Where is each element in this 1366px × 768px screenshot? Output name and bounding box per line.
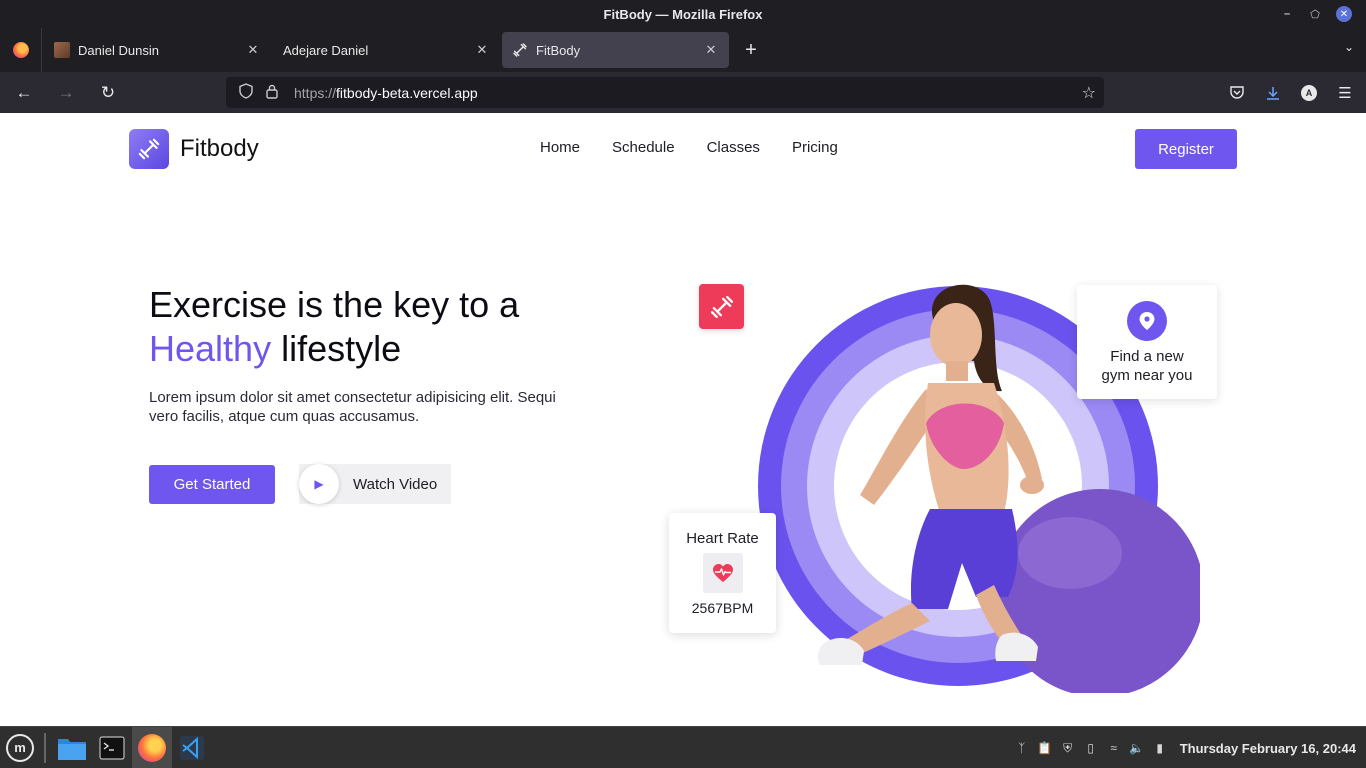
- usb-icon[interactable]: ▯: [1084, 741, 1098, 755]
- hamburger-menu-icon[interactable]: ☰: [1334, 82, 1356, 104]
- nav-home[interactable]: Home: [540, 139, 580, 156]
- gym-finder-text: Find a new gym near you: [1102, 347, 1193, 385]
- files-app-button[interactable]: [52, 727, 92, 768]
- chevron-down-icon[interactable]: ⌄: [1344, 40, 1354, 54]
- watch-video-button[interactable]: ▶ Watch Video: [299, 464, 451, 504]
- site-nav: Home Schedule Classes Pricing: [540, 139, 838, 156]
- gym-finder-card[interactable]: Find a new gym near you: [1077, 285, 1217, 399]
- tab-daniel-dunsin[interactable]: Daniel Dunsin ✕: [44, 32, 271, 68]
- hero-description: Lorem ipsum dolor sit amet consectetur a…: [149, 389, 556, 425]
- register-button[interactable]: Register: [1135, 129, 1237, 169]
- firefox-icon: [138, 733, 166, 762]
- web-page: Fitbody Home Schedule Classes Pricing Re…: [0, 113, 1366, 726]
- linux-mint-icon: m: [6, 733, 34, 762]
- bluetooth-icon[interactable]: ᛉ: [1015, 741, 1029, 755]
- dumbbell-icon: [129, 129, 169, 169]
- brand[interactable]: Fitbody: [129, 129, 259, 169]
- url-text: https://fitbody-beta.vercel.app: [294, 85, 478, 101]
- close-window-icon[interactable]: ✕: [1336, 6, 1352, 22]
- play-icon: ▶: [299, 464, 339, 504]
- new-tab-icon[interactable]: +: [733, 39, 769, 62]
- location-pin-icon: [1127, 301, 1167, 341]
- pocket-icon[interactable]: [1226, 82, 1248, 104]
- firefox-app-button[interactable]: [132, 726, 172, 768]
- account-icon[interactable]: A: [1298, 82, 1320, 104]
- reload-icon[interactable]: ↻: [90, 77, 126, 109]
- taskbar: m ᛉ 📋 ⛨ ▯ ≈ 🔈 ▮ Thursday February 16, 20…: [0, 726, 1366, 768]
- dumbbell-favicon-icon: [512, 42, 528, 58]
- vscode-icon: [180, 735, 204, 760]
- back-arrow-icon[interactable]: ←: [6, 77, 42, 109]
- hero-title-accent: Healthy: [149, 328, 272, 369]
- tab-label: Daniel Dunsin: [78, 42, 159, 58]
- window-titlebar: FitBody — Mozilla Firefox – ⬠ ✕: [0, 0, 1366, 28]
- window-controls: – ⬠ ✕: [1280, 6, 1352, 22]
- heart-pulse-icon: [702, 553, 743, 593]
- clock[interactable]: Thursday February 16, 20:44: [1180, 741, 1356, 756]
- url-host: fitbody-beta.vercel.app: [336, 84, 478, 101]
- tab-close-icon[interactable]: ✕: [245, 42, 261, 58]
- heart-rate-card: Heart Rate 2567BPM: [669, 513, 776, 633]
- forward-arrow-icon[interactable]: →: [48, 77, 84, 109]
- nav-schedule[interactable]: Schedule: [612, 139, 675, 156]
- toolbar-actions: A ☰: [1226, 72, 1356, 113]
- hero-title-part2: lifestyle: [281, 328, 402, 369]
- shield-update-icon[interactable]: ⛨: [1061, 741, 1075, 755]
- heart-rate-value: 2567BPM: [691, 600, 754, 616]
- battery-icon[interactable]: ▮: [1153, 741, 1167, 755]
- terminal-app-button[interactable]: [92, 727, 132, 768]
- tab-close-icon[interactable]: ✕: [703, 42, 719, 58]
- tab-adejare-daniel[interactable]: Adejare Daniel ✕: [273, 32, 500, 68]
- firefox-view-button[interactable]: [0, 28, 42, 72]
- shield-icon[interactable]: [236, 83, 256, 102]
- watch-video-label: Watch Video: [353, 475, 438, 493]
- firefox-icon: [12, 42, 29, 58]
- volume-icon[interactable]: 🔈: [1129, 741, 1144, 755]
- hero-title: Exercise is the key to a Healthy lifesty…: [149, 283, 589, 371]
- brand-name: Fitbody: [180, 135, 259, 162]
- folder-icon: [58, 738, 86, 760]
- url-scheme: https://: [294, 84, 337, 101]
- taskbar-separator: [44, 732, 46, 763]
- site-header: Fitbody Home Schedule Classes Pricing Re…: [0, 113, 1366, 185]
- tab-close-icon[interactable]: ✕: [474, 42, 490, 58]
- download-icon[interactable]: [1262, 82, 1284, 104]
- gym-finder-line1: Find a new: [1110, 348, 1184, 365]
- tab-fitbody[interactable]: FitBody ✕: [502, 32, 729, 68]
- address-bar[interactable]: https://fitbody-beta.vercel.app ☆: [226, 77, 1104, 108]
- vscode-app-button[interactable]: [172, 727, 212, 768]
- get-started-button[interactable]: Get Started: [149, 465, 275, 504]
- lock-icon[interactable]: [262, 84, 282, 102]
- terminal-icon: [99, 735, 125, 760]
- hero-visual: Find a new gym near you Heart Rate 2567B…: [660, 263, 1240, 703]
- system-tray: ᛉ 📋 ⛨ ▯ ≈ 🔈 ▮ Thursday February 16, 20:4…: [1015, 727, 1356, 768]
- nav-pricing[interactable]: Pricing: [792, 139, 838, 156]
- nav-toolbar: ← → ↻ https://fitbody-beta.vercel.app ☆ …: [0, 72, 1366, 113]
- tab-label: FitBody: [536, 42, 581, 58]
- minimize-icon[interactable]: –: [1280, 7, 1294, 21]
- dumbbell-badge-icon: [699, 284, 744, 329]
- heart-rate-title: Heart Rate: [686, 530, 759, 547]
- gym-finder-line2: gym near you: [1101, 367, 1193, 384]
- maximize-icon[interactable]: ⬠: [1308, 7, 1322, 21]
- window-title: FitBody — Mozilla Firefox: [603, 6, 763, 22]
- start-menu-button[interactable]: m: [0, 727, 40, 768]
- tab-strip: Daniel Dunsin ✕ Adejare Daniel ✕ FitBody…: [0, 28, 1366, 72]
- nav-classes[interactable]: Classes: [707, 139, 760, 156]
- hero-title-part1: Exercise is the key to a: [149, 284, 520, 325]
- bookmark-star-icon[interactable]: ☆: [1082, 83, 1096, 103]
- tab-label: Adejare Daniel: [283, 42, 369, 58]
- wifi-icon[interactable]: ≈: [1107, 741, 1121, 755]
- avatar-favicon-icon: [54, 42, 70, 58]
- clipboard-icon[interactable]: 📋: [1037, 741, 1052, 755]
